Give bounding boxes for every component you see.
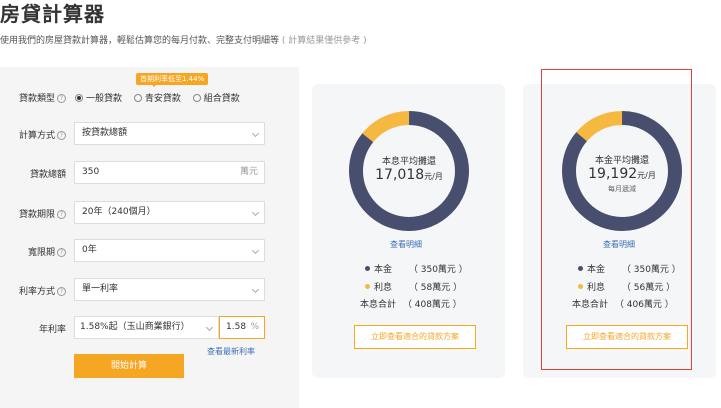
payment-method-label: 本息平均攤還 <box>381 157 436 167</box>
legend-principal: 本金 （ 350萬元 ） <box>578 262 681 275</box>
monthly-unit: 元/月 <box>637 171 656 180</box>
principal-label: 本金 <box>374 265 393 275</box>
grace-period-label: 寬限期? <box>10 245 66 258</box>
loan-amount-label: 貸款總額 <box>10 167 66 180</box>
help-icon[interactable]: ? <box>57 131 66 140</box>
annual-rate-input-value: 1.58 <box>226 322 247 332</box>
principal-dot-icon <box>578 266 583 271</box>
radio-unchecked-icon <box>133 94 142 102</box>
radio-general-label: 一般貸款 <box>86 94 123 104</box>
grace-period-value: 0年 <box>82 245 97 255</box>
principal-dot-icon <box>365 266 370 271</box>
subtitle-note: ( 計算結果僅供參考 ) <box>281 36 367 46</box>
detail-link[interactable]: 查看明細 <box>603 239 635 250</box>
annual-rate-select[interactable]: 1.58%起（玉山商業銀行） <box>74 316 219 339</box>
calc-method-value: 按貸款總額 <box>82 128 128 138</box>
radio-youth-label: 青安貸款 <box>144 94 181 104</box>
loan-amount-label-text: 貸款總額 <box>29 170 66 180</box>
interest-value: （ 58萬元 ） <box>408 283 463 293</box>
latest-rate-link[interactable]: 查看最新利率 <box>207 346 255 357</box>
interest-dot-icon <box>578 284 583 289</box>
help-icon[interactable]: ? <box>57 248 66 257</box>
promo-badge: 首期利率低至1.44% <box>136 73 209 87</box>
radio-combo-loan[interactable]: 組合貸款 <box>192 94 240 104</box>
help-icon[interactable]: ? <box>57 94 66 103</box>
radio-general-loan[interactable]: 一般貸款 <box>75 94 122 104</box>
principal-value: （ 350萬元 ） <box>621 265 681 275</box>
help-icon[interactable]: ? <box>57 287 66 296</box>
loan-term-value: 20年（240個月） <box>82 207 156 217</box>
calc-method-select[interactable]: 按貸款總額 <box>74 122 265 145</box>
calc-method-label: 計算方式? <box>10 128 66 141</box>
interest-label: 利息 <box>587 283 606 293</box>
loan-type-label-text: 貸款類型 <box>18 94 55 104</box>
principal-label: 本金 <box>587 265 606 275</box>
view-loan-plans-button[interactable]: 立即查看適合的貸款方案 <box>566 325 688 349</box>
legend-interest: 利息 （ 56萬元 ） <box>578 280 675 293</box>
total-label: 本息合計 <box>360 300 397 310</box>
chevron-down-icon <box>205 323 214 332</box>
subtitle-text: 使用我們的房屋貸款計算器，輕鬆估算您的每月付款、完整支付明細等 <box>0 36 280 46</box>
monthly-amount: 17,018 <box>375 167 425 183</box>
help-icon[interactable]: ? <box>57 210 66 219</box>
view-loan-plans-button[interactable]: 立即查看適合的貸款方案 <box>354 325 476 349</box>
loan-term-label: 貸款期限? <box>10 207 66 220</box>
donut-center: 本金平均攤還 19,192元/月 每月遞減 <box>571 153 673 194</box>
chevron-down-icon <box>251 246 260 255</box>
loan-type-radio-group: 一般貸款 青安貸款 組合貸款 <box>75 91 240 104</box>
total-value: （ 408萬元 ） <box>402 300 462 310</box>
chevron-down-icon <box>251 129 260 138</box>
interest-value: （ 56萬元 ） <box>621 283 676 293</box>
monthly-payment: 17,018元/月 <box>358 167 460 183</box>
legend-total: 本息合計 （ 406萬元 ） <box>572 297 674 310</box>
calc-method-label-text: 計算方式 <box>18 131 55 141</box>
loan-term-select[interactable]: 20年（240個月） <box>74 201 265 224</box>
detail-link-text: 查看明細 <box>603 240 635 249</box>
grace-period-label-text: 寬限期 <box>27 248 55 258</box>
principal-value: （ 350萬元 ） <box>408 265 468 275</box>
page-title: 房貸計算器 <box>0 2 105 26</box>
legend-total: 本息合計 （ 408萬元 ） <box>360 297 462 310</box>
page-subtitle: 使用我們的房屋貸款計算器，輕鬆估算您的每月付款、完整支付明細等 ( 計算結果僅供… <box>0 33 367 46</box>
rate-type-label: 利率方式? <box>10 284 66 297</box>
loan-amount-input[interactable]: 350 萬元 <box>74 161 265 184</box>
interest-dot-icon <box>365 284 370 289</box>
legend-principal: 本金 （ 350萬元 ） <box>365 262 468 275</box>
interest-label: 利息 <box>374 283 393 293</box>
monthly-note: 每月遞減 <box>608 185 636 193</box>
radio-unchecked-icon <box>192 94 201 102</box>
chevron-down-icon <box>251 285 260 294</box>
donut-center: 本息平均攤還 17,018元/月 <box>358 154 460 183</box>
detail-link[interactable]: 查看明細 <box>390 239 422 250</box>
start-calc-button[interactable]: 開始計算 <box>74 354 184 378</box>
loan-amount-unit: 萬元 <box>239 167 258 177</box>
annual-rate-label: 年利率 <box>10 322 66 335</box>
detail-link-text: 查看明細 <box>390 240 422 249</box>
radio-checked-icon <box>75 94 83 102</box>
monthly-unit: 元/月 <box>424 172 443 181</box>
total-value: （ 406萬元 ） <box>614 300 674 310</box>
loan-amount-value: 350 <box>82 167 100 177</box>
annual-rate-input[interactable]: 1.58 % <box>219 316 265 339</box>
total-label: 本息合計 <box>572 300 609 310</box>
payment-method-label: 本金平均攤還 <box>594 156 649 166</box>
annual-rate-label-text: 年利率 <box>38 325 66 335</box>
rate-type-select[interactable]: 單一利率 <box>74 278 265 301</box>
loan-type-label: 貸款類型? <box>10 91 66 104</box>
legend-interest: 利息 （ 58萬元 ） <box>365 280 462 293</box>
annual-rate-select-value: 1.58%起（玉山商業銀行） <box>80 322 190 332</box>
chevron-down-icon <box>251 208 260 217</box>
monthly-payment: 19,192元/月 <box>571 166 673 182</box>
annual-rate-unit: % <box>250 322 259 332</box>
rate-type-value: 單一利率 <box>82 284 119 294</box>
monthly-amount: 19,192 <box>588 166 638 182</box>
grace-period-select[interactable]: 0年 <box>74 239 265 262</box>
loan-term-label-text: 貸款期限 <box>18 210 55 220</box>
radio-combo-label: 組合貸款 <box>203 94 240 104</box>
rate-type-label-text: 利率方式 <box>18 287 55 297</box>
radio-youth-loan[interactable]: 青安貸款 <box>133 94 181 104</box>
